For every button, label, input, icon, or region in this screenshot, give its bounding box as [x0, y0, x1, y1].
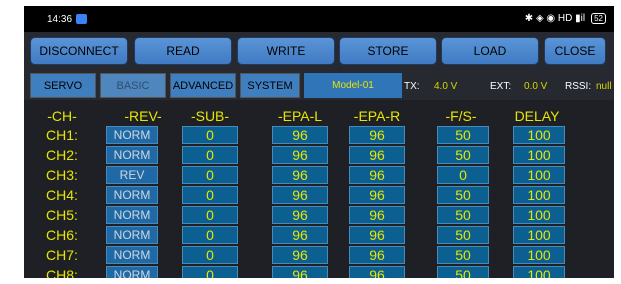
- delay-cell[interactable]: 100: [513, 166, 565, 184]
- epa-r-cell[interactable]: 96: [349, 226, 405, 244]
- fs-cell[interactable]: 50: [437, 186, 489, 204]
- sub-cell[interactable]: 0: [182, 226, 238, 244]
- channel-label: CH4:: [46, 187, 78, 203]
- epa-r-cell[interactable]: 96: [349, 206, 405, 224]
- rev-cell[interactable]: NORM: [106, 146, 158, 164]
- rev-cell[interactable]: NORM: [106, 246, 158, 264]
- close-button[interactable]: CLOSE: [544, 37, 606, 65]
- epa-r-cell[interactable]: 96: [349, 266, 405, 278]
- tab-advanced[interactable]: ADVANCED: [170, 73, 236, 98]
- epa-l-cell[interactable]: 96: [272, 166, 328, 184]
- store-button[interactable]: STORE: [339, 37, 437, 65]
- model-name: Model-01: [304, 73, 402, 98]
- header-delay: DELAY: [514, 108, 560, 124]
- channel-label: CH3:: [46, 167, 78, 183]
- table-row: CH2: NORM 0 96 96 50 100: [24, 146, 614, 166]
- tab-servo[interactable]: SERVO: [30, 73, 96, 98]
- delay-cell[interactable]: 100: [513, 186, 565, 204]
- delay-cell[interactable]: 100: [513, 246, 565, 264]
- notification-icon: [76, 14, 87, 24]
- channel-label: CH7:: [46, 247, 78, 263]
- rev-cell[interactable]: NORM: [106, 226, 158, 244]
- header-sub: -SUB-: [190, 108, 230, 124]
- sub-cell[interactable]: 0: [182, 206, 238, 224]
- status-time: 14:36: [47, 14, 73, 25]
- epa-l-cell[interactable]: 96: [272, 146, 328, 164]
- epa-r-cell[interactable]: 96: [349, 186, 405, 204]
- ext-value: 0.0 V: [524, 81, 548, 92]
- header-epa-r: -EPA-R: [353, 108, 401, 124]
- channel-label: CH6:: [46, 227, 78, 243]
- epa-r-cell[interactable]: 96: [349, 166, 405, 184]
- rev-cell[interactable]: REV: [106, 166, 158, 184]
- header-epa-l: -EPA-L: [277, 108, 323, 124]
- epa-r-cell[interactable]: 96: [349, 146, 405, 164]
- sub-cell[interactable]: 0: [182, 166, 238, 184]
- table-row: CH1: NORM 0 96 96 50 100: [24, 126, 614, 146]
- fs-cell[interactable]: 50: [437, 226, 489, 244]
- load-button[interactable]: LOAD: [441, 37, 539, 65]
- epa-l-cell[interactable]: 96: [272, 186, 328, 204]
- system-icons: ✱ ◈ ◉ HD ▮il: [524, 13, 586, 24]
- epa-l-cell[interactable]: 96: [272, 206, 328, 224]
- app-window: 14:36 ✱ ◈ ◉ HD ▮il 52 DISCONNECT READ WR…: [24, 6, 614, 278]
- header-ch: -CH-: [47, 108, 77, 124]
- tx-label: TX:: [404, 81, 420, 92]
- rev-cell[interactable]: NORM: [106, 126, 158, 144]
- epa-r-cell[interactable]: 96: [349, 246, 405, 264]
- fs-cell[interactable]: 50: [437, 266, 489, 278]
- table-row: CH7: NORM 0 96 96 50 100: [24, 246, 614, 266]
- rev-cell[interactable]: NORM: [106, 266, 158, 278]
- rev-cell[interactable]: NORM: [106, 206, 158, 224]
- epa-l-cell[interactable]: 96: [272, 246, 328, 264]
- epa-l-cell[interactable]: 96: [272, 226, 328, 244]
- tab-basic[interactable]: BASIC: [100, 73, 166, 98]
- delay-cell[interactable]: 100: [513, 206, 565, 224]
- delay-cell[interactable]: 100: [513, 266, 565, 278]
- status-bar: 14:36 ✱ ◈ ◉ HD ▮il 52: [24, 6, 614, 32]
- delay-cell[interactable]: 100: [513, 226, 565, 244]
- disconnect-button[interactable]: DISCONNECT: [30, 37, 128, 65]
- toolbar: DISCONNECT READ WRITE STORE LOAD CLOSE: [24, 32, 614, 68]
- table-row: CH5: NORM 0 96 96 50 100: [24, 206, 614, 226]
- ext-label: EXT:: [490, 81, 512, 92]
- table-row: CH6: NORM 0 96 96 50 100: [24, 226, 614, 246]
- sub-cell[interactable]: 0: [182, 146, 238, 164]
- fs-cell[interactable]: 50: [437, 246, 489, 264]
- rssi-label: RSSI:: [565, 81, 592, 92]
- fs-cell[interactable]: 0: [437, 166, 489, 184]
- sub-cell[interactable]: 0: [182, 186, 238, 204]
- battery-icon: 52: [591, 13, 606, 24]
- status-icons: ✱ ◈ ◉ HD ▮il 52: [525, 13, 606, 24]
- channel-label: CH8:: [46, 267, 78, 278]
- read-button[interactable]: READ: [134, 37, 232, 65]
- table-row: CH4: NORM 0 96 96 50 100: [24, 186, 614, 206]
- fs-cell[interactable]: 50: [437, 206, 489, 224]
- sub-cell[interactable]: 0: [182, 266, 238, 278]
- fs-cell[interactable]: 50: [437, 146, 489, 164]
- epa-r-cell[interactable]: 96: [349, 126, 405, 144]
- channel-label: CH5:: [46, 207, 78, 223]
- table-row: CH3: REV 0 96 96 0 100: [24, 166, 614, 186]
- rssi-value: null: [596, 81, 612, 92]
- delay-cell[interactable]: 100: [513, 146, 565, 164]
- sub-cell[interactable]: 0: [182, 246, 238, 264]
- channel-label: CH1:: [46, 127, 78, 143]
- channel-label: CH2:: [46, 147, 78, 163]
- delay-cell[interactable]: 100: [513, 126, 565, 144]
- tab-system[interactable]: SYSTEM: [240, 73, 300, 98]
- servo-table: -CH- -REV- -SUB- -EPA-L -EPA-R -F/S- DEL…: [24, 100, 614, 278]
- write-button[interactable]: WRITE: [237, 37, 335, 65]
- epa-l-cell[interactable]: 96: [272, 266, 328, 278]
- table-row: CH8: NORM 0 96 96 50 100: [24, 266, 614, 278]
- header-rev: -REV-: [124, 108, 162, 124]
- header-fs: -F/S-: [445, 108, 477, 124]
- rev-cell[interactable]: NORM: [106, 186, 158, 204]
- tab-bar: SERVO BASIC ADVANCED SYSTEM Model-01 TX:…: [24, 68, 614, 100]
- fs-cell[interactable]: 50: [437, 126, 489, 144]
- epa-l-cell[interactable]: 96: [272, 126, 328, 144]
- tx-value: 4.0 V: [434, 81, 458, 92]
- sub-cell[interactable]: 0: [182, 126, 238, 144]
